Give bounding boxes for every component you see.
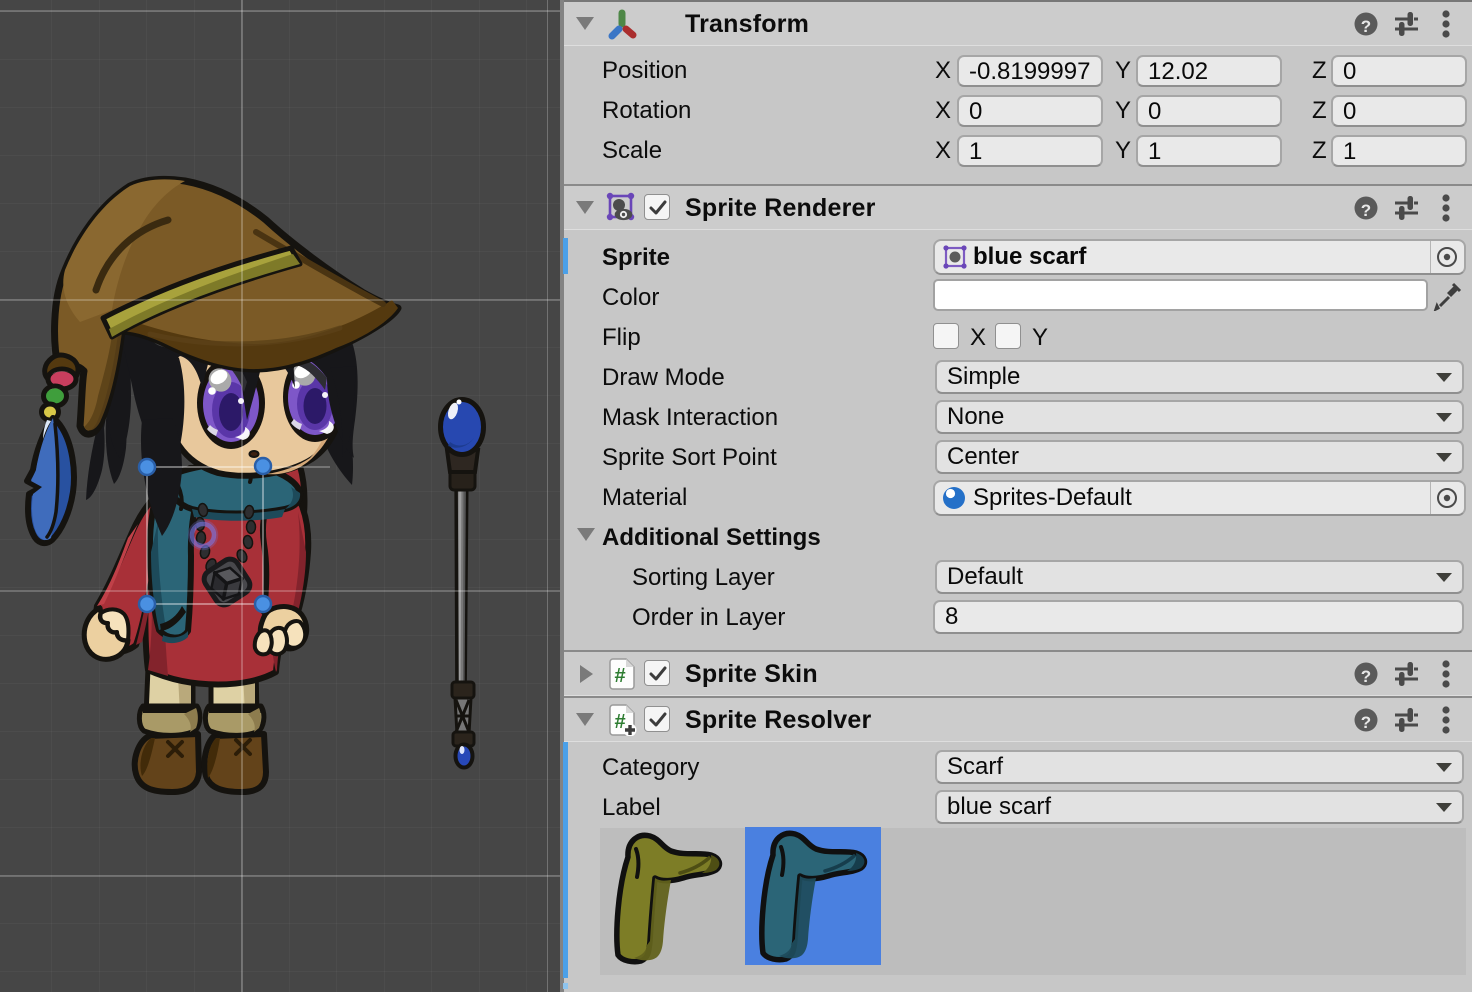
svg-text:?: ? xyxy=(1361,667,1371,686)
svg-text:?: ? xyxy=(1361,201,1371,220)
svg-text:?: ? xyxy=(1361,17,1371,36)
svg-text:#: # xyxy=(614,665,625,687)
svg-text:?: ? xyxy=(1361,713,1371,732)
